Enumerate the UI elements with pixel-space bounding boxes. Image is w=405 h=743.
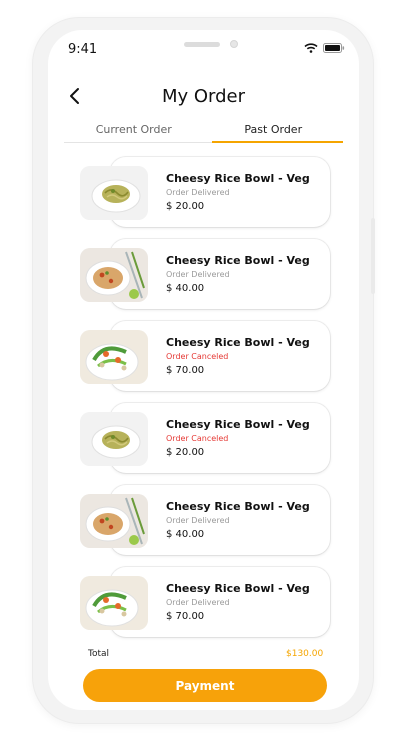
order-tabs: Current Order Past Order [64, 123, 343, 143]
order-price: $ 70.00 [166, 611, 205, 622]
order-status: Order Delivered [166, 188, 230, 197]
order-item[interactable]: Cheesy Rice Bowl - Veg Order Delivered $… [80, 157, 330, 229]
order-item-name: Cheesy Rice Bowl - Veg [166, 582, 310, 595]
order-item[interactable]: Cheesy Rice Bowl - Veg Order Canceled $ … [80, 321, 330, 393]
order-status: Order Delivered [166, 270, 230, 279]
food-image [80, 576, 148, 630]
order-status: Order Delivered [166, 516, 230, 525]
total-label: Total [88, 649, 110, 659]
order-status: Order Canceled [166, 434, 229, 443]
food-image [80, 330, 148, 384]
camera-icon [230, 40, 238, 48]
status-icons [304, 43, 345, 53]
active-tab-indicator [212, 141, 343, 143]
food-image [80, 166, 148, 220]
status-time: 9:41 [68, 42, 98, 57]
tab-past-order[interactable]: Past Order [204, 123, 344, 143]
order-item-name: Cheesy Rice Bowl - Veg [166, 254, 310, 267]
total-value: $130.00 [286, 649, 324, 659]
phone-side-button [371, 218, 375, 294]
order-status: Order Canceled [166, 352, 229, 361]
page-title: My Order [161, 86, 246, 107]
order-item[interactable]: Cheesy Rice Bowl - Veg Order Delivered $… [80, 567, 330, 639]
food-image [80, 248, 148, 302]
tab-current-order[interactable]: Current Order [64, 123, 204, 143]
order-price: $ 70.00 [166, 365, 205, 376]
order-item[interactable]: Cheesy Rice Bowl - Veg Order Delivered $… [80, 239, 330, 311]
order-price: $ 20.00 [166, 447, 205, 458]
order-item[interactable]: Cheesy Rice Bowl - Veg Order Canceled $ … [80, 403, 330, 475]
order-item-name: Cheesy Rice Bowl - Veg [166, 336, 310, 349]
order-item-name: Cheesy Rice Bowl - Veg [166, 500, 310, 513]
speaker-grille [184, 42, 220, 47]
order-item-name: Cheesy Rice Bowl - Veg [166, 418, 310, 431]
order-item[interactable]: Cheesy Rice Bowl - Veg Order Delivered $… [80, 485, 330, 557]
order-price: $ 40.00 [166, 529, 205, 540]
battery-icon [323, 43, 345, 53]
order-price: $ 40.00 [166, 283, 205, 294]
order-status: Order Delivered [166, 598, 230, 607]
payment-button[interactable]: Payment [83, 669, 327, 702]
wifi-icon [304, 43, 318, 53]
order-item-name: Cheesy Rice Bowl - Veg [166, 172, 310, 185]
order-price: $ 20.00 [166, 201, 205, 212]
food-image [80, 412, 148, 466]
app-screen: 9:41 My Order Current Order Past Order C… [48, 30, 359, 710]
food-image [80, 494, 148, 548]
